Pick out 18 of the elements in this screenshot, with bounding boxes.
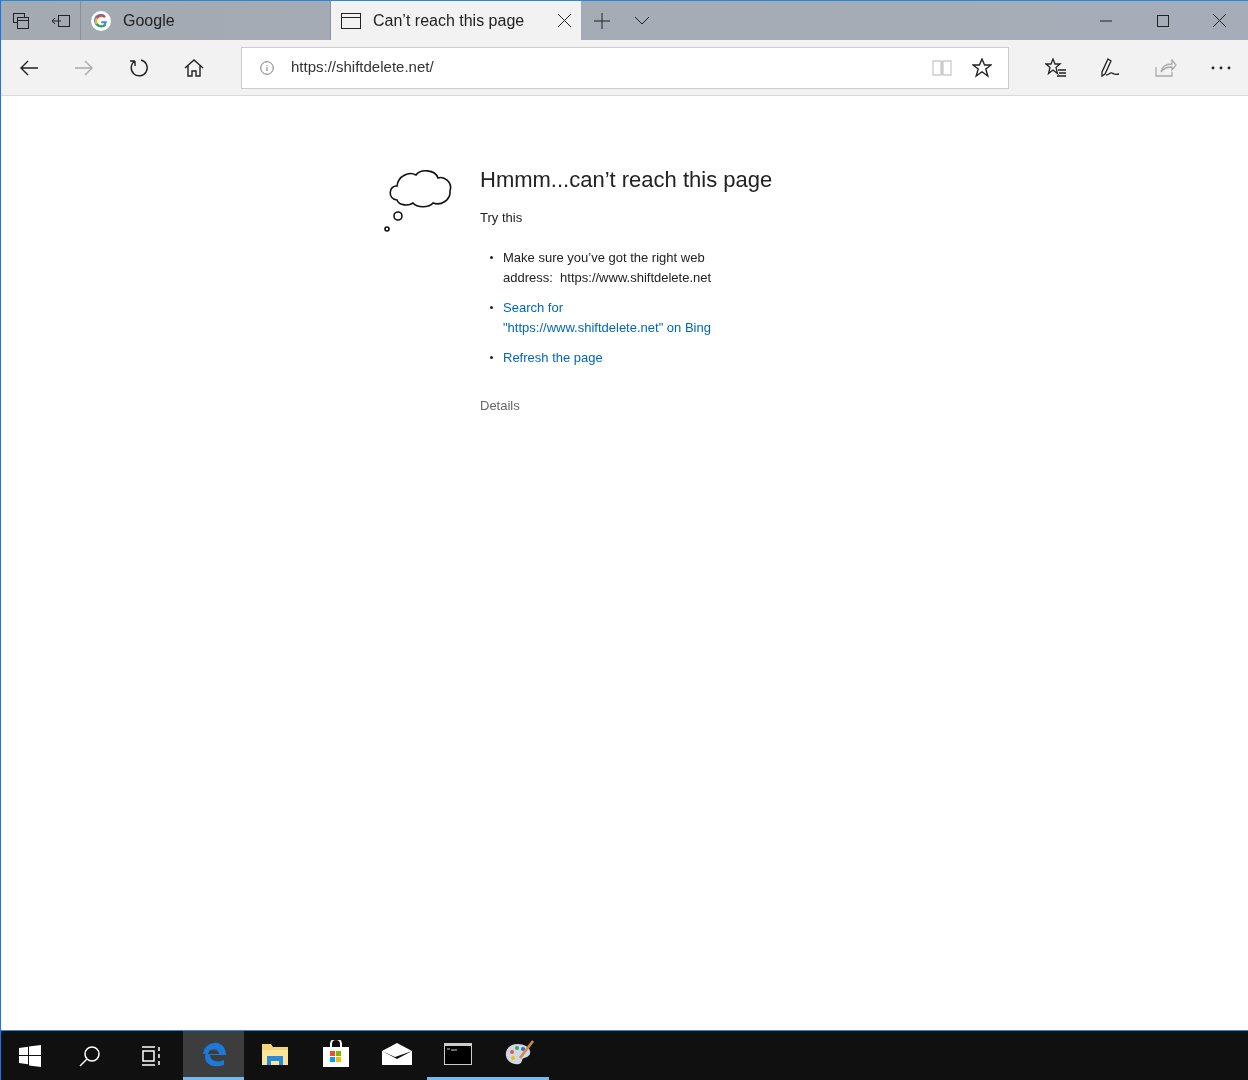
star-icon[interactable] bbox=[972, 57, 992, 78]
browser-tab[interactable]: Can’t reach this page bbox=[331, 1, 581, 40]
bullet-icon bbox=[490, 305, 493, 309]
info-icon bbox=[260, 60, 274, 75]
bullet-icon bbox=[490, 355, 493, 359]
error-heading: Hmmm...can’t reach this page bbox=[480, 166, 773, 194]
google-logo-icon bbox=[91, 10, 111, 31]
close-tab-icon[interactable] bbox=[558, 14, 571, 27]
suggestion-text: Make sure you’ve got the right web address: https://www.shiftdelete.net bbox=[503, 248, 712, 287]
bullet-icon bbox=[490, 255, 493, 259]
details-link[interactable]: Details bbox=[480, 395, 773, 415]
subheading: Try this bbox=[480, 209, 524, 227]
suggestion-link[interactable]: Search for "https://www.shiftdelete.net" on Bing bbox=[503, 297, 711, 338]
page-icon bbox=[341, 12, 361, 29]
url-text: https://shiftdelete.net/ bbox=[291, 57, 434, 78]
address-bar[interactable]: https://shiftdelete.net/ bbox=[241, 46, 1009, 89]
edge-icon[interactable] bbox=[183, 1031, 244, 1080]
suggestion-link[interactable]: Refresh the page bbox=[503, 347, 603, 368]
